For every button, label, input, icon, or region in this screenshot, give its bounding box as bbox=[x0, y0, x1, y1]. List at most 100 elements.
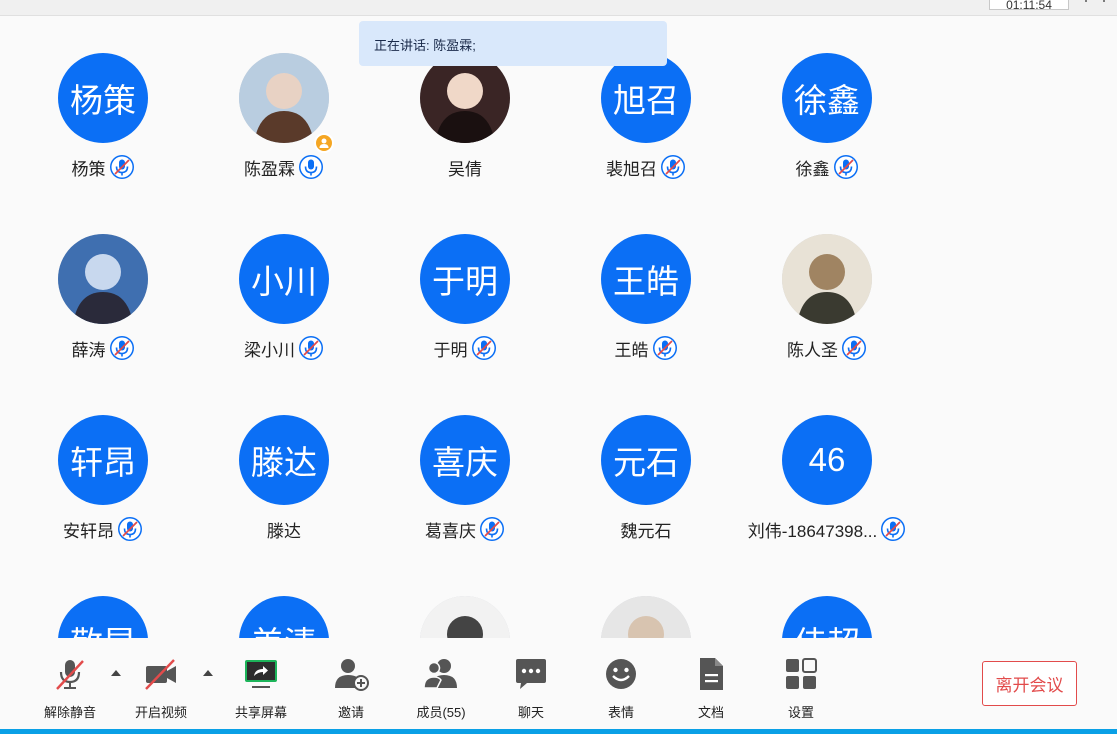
avatar-initials: 小川 bbox=[239, 234, 329, 324]
avatar-initials: 46 bbox=[782, 415, 872, 505]
participant-name: 王皓 bbox=[614, 340, 649, 360]
members-button[interactable]: 成员(55) bbox=[406, 656, 476, 720]
avatar-initials: 侍超 bbox=[782, 596, 872, 638]
invite-label: 邀请 bbox=[337, 705, 364, 720]
meeting-timer: 01:11:54 bbox=[989, 0, 1069, 12]
mic-muted-icon bbox=[479, 516, 505, 542]
participant-name-row: 于明 bbox=[375, 334, 555, 362]
avatar-photo bbox=[58, 234, 148, 324]
participant-name: 魏元石 bbox=[620, 521, 672, 541]
participant-tile[interactable]: 吴倩 bbox=[375, 53, 555, 193]
participant-tile[interactable]: 于明 于明 bbox=[375, 234, 555, 374]
start-video-label: 开启视频 bbox=[134, 705, 187, 720]
participant-grid: 杨策 杨策 陈盈霖 吴倩 旭召 裴旭召 徐鑫 徐鑫 薛涛 小川 梁小川 于明 于明 王皓 王皓 陈人圣 轩昂 安轩… bbox=[0, 0, 1117, 638]
participant-tile[interactable]: 小川梁小川 bbox=[194, 234, 374, 374]
participant-name-row: 梁小川 bbox=[194, 334, 374, 362]
documents-button[interactable]: 文档 bbox=[676, 656, 746, 720]
camera-off-icon bbox=[145, 659, 176, 690]
document-icon bbox=[700, 658, 723, 690]
leave-meeting-button[interactable]: 离开会议 bbox=[982, 661, 1077, 706]
chat-label: 聊天 bbox=[517, 705, 544, 720]
start-video-button[interactable]: 开启视频 bbox=[126, 656, 196, 720]
members-icon bbox=[423, 659, 457, 689]
avatar-initials: 滕达 bbox=[239, 415, 329, 505]
participant-name-row: 滕达 bbox=[194, 515, 374, 543]
avatar-photo bbox=[420, 596, 510, 638]
participant-tile[interactable]: 旭召裴旭召 bbox=[556, 53, 736, 193]
smiley-icon bbox=[606, 659, 636, 689]
avatar-initials: 美清 bbox=[239, 596, 329, 638]
mic-muted-icon bbox=[841, 335, 867, 361]
participant-name-row: 陈盈霖 bbox=[194, 153, 374, 181]
participant-name: 裴旭召 bbox=[606, 159, 657, 179]
invite-button[interactable]: 邀请 bbox=[316, 656, 386, 720]
add-person-icon bbox=[335, 659, 369, 691]
avatar-photo bbox=[420, 53, 510, 143]
participant-tile[interactable]: 王皓 王皓 bbox=[556, 234, 736, 374]
emoji-button[interactable]: 表情 bbox=[586, 656, 656, 720]
participant-tile[interactable]: 侍超 bbox=[737, 596, 917, 638]
chat-icon bbox=[516, 659, 546, 689]
avatar-photo bbox=[601, 596, 691, 638]
participant-tile[interactable]: 喜庆葛喜庆 bbox=[375, 415, 555, 555]
participant-name-row: 薛涛 bbox=[13, 334, 193, 362]
avatar-photo bbox=[239, 53, 329, 143]
avatar-photo bbox=[782, 234, 872, 324]
participant-tile[interactable]: 徐鑫 徐鑫 bbox=[737, 53, 917, 193]
participant-name: 葛喜庆 bbox=[425, 521, 476, 541]
title-bar: 01:11:54 bbox=[0, 0, 1117, 16]
members-label: 成员(55) bbox=[416, 705, 466, 720]
share-screen-label: 共享屏幕 bbox=[234, 705, 287, 720]
fullscreen-icon[interactable] bbox=[1084, 0, 1106, 10]
documents-label: 文档 bbox=[697, 705, 724, 720]
participant-name: 陈盈霖 bbox=[244, 159, 295, 179]
mic-muted-icon bbox=[880, 516, 906, 542]
participant-name-row: 安轩昂 bbox=[13, 515, 193, 543]
participant-name-row: 王皓 bbox=[556, 334, 736, 362]
participant-tile[interactable]: 杨策 杨策 bbox=[13, 53, 193, 193]
chat-button[interactable]: 聊天 bbox=[496, 656, 566, 720]
participant-tile[interactable]: 46 刘伟-18647398... bbox=[737, 415, 917, 555]
participant-name: 徐鑫 bbox=[795, 159, 830, 179]
participant-tile[interactable]: 轩昂 安轩昂 bbox=[13, 415, 193, 555]
mic-muted-icon bbox=[652, 335, 678, 361]
avatar-initials: 旭召 bbox=[601, 53, 691, 143]
participant-name: 杨策 bbox=[71, 159, 106, 179]
speaking-indicator: 正在讲话: 陈盈霖; bbox=[359, 21, 667, 66]
participant-tile[interactable]: 元石 魏元石 bbox=[556, 415, 736, 555]
unmute-label: 解除静音 bbox=[43, 705, 96, 720]
participant-name-row: 刘伟-18647398... bbox=[737, 515, 917, 543]
avatar-initials: 喜庆 bbox=[420, 415, 510, 505]
participant-name: 薛涛 bbox=[71, 340, 106, 360]
share-screen-button[interactable]: 共享屏幕 bbox=[226, 656, 296, 720]
participant-tile[interactable]: 陈盈霖 bbox=[194, 53, 374, 193]
video-options-caret-icon[interactable] bbox=[202, 668, 214, 678]
mic-muted-icon bbox=[56, 660, 84, 690]
participant-tile[interactable]: 滕达 滕达 bbox=[194, 415, 374, 555]
audio-options-caret-icon[interactable] bbox=[110, 668, 122, 678]
participant-name-row: 徐鑫 bbox=[737, 153, 917, 181]
participant-tile[interactable] bbox=[375, 596, 555, 638]
emoji-label: 表情 bbox=[607, 705, 634, 720]
mic-muted-icon bbox=[833, 154, 859, 180]
avatar-initials: 于明 bbox=[420, 234, 510, 324]
settings-grid-icon bbox=[786, 658, 817, 689]
mic-muted-icon bbox=[298, 335, 324, 361]
avatar-initials: 杨策 bbox=[58, 53, 148, 143]
participant-name: 陈人圣 bbox=[787, 340, 838, 360]
participant-tile[interactable]: 陈人圣 bbox=[737, 234, 917, 374]
participant-name: 梁小川 bbox=[244, 340, 295, 360]
mic-muted-icon bbox=[117, 516, 143, 542]
avatar-initials: 元石 bbox=[601, 415, 691, 505]
mic-muted-icon bbox=[471, 335, 497, 361]
settings-button[interactable]: 设置 bbox=[766, 656, 836, 720]
mic-muted-icon bbox=[109, 335, 135, 361]
participant-tile[interactable]: 美清 bbox=[194, 596, 374, 638]
avatar-initials: 轩昂 bbox=[58, 415, 148, 505]
participant-name-row: 魏元石 bbox=[556, 515, 736, 543]
participant-tile[interactable]: 敬昆 bbox=[13, 596, 193, 638]
unmute-button[interactable]: 解除静音 bbox=[35, 656, 105, 720]
participant-tile[interactable] bbox=[556, 596, 736, 638]
mic-on-icon bbox=[298, 154, 324, 180]
participant-tile[interactable]: 薛涛 bbox=[13, 234, 193, 374]
